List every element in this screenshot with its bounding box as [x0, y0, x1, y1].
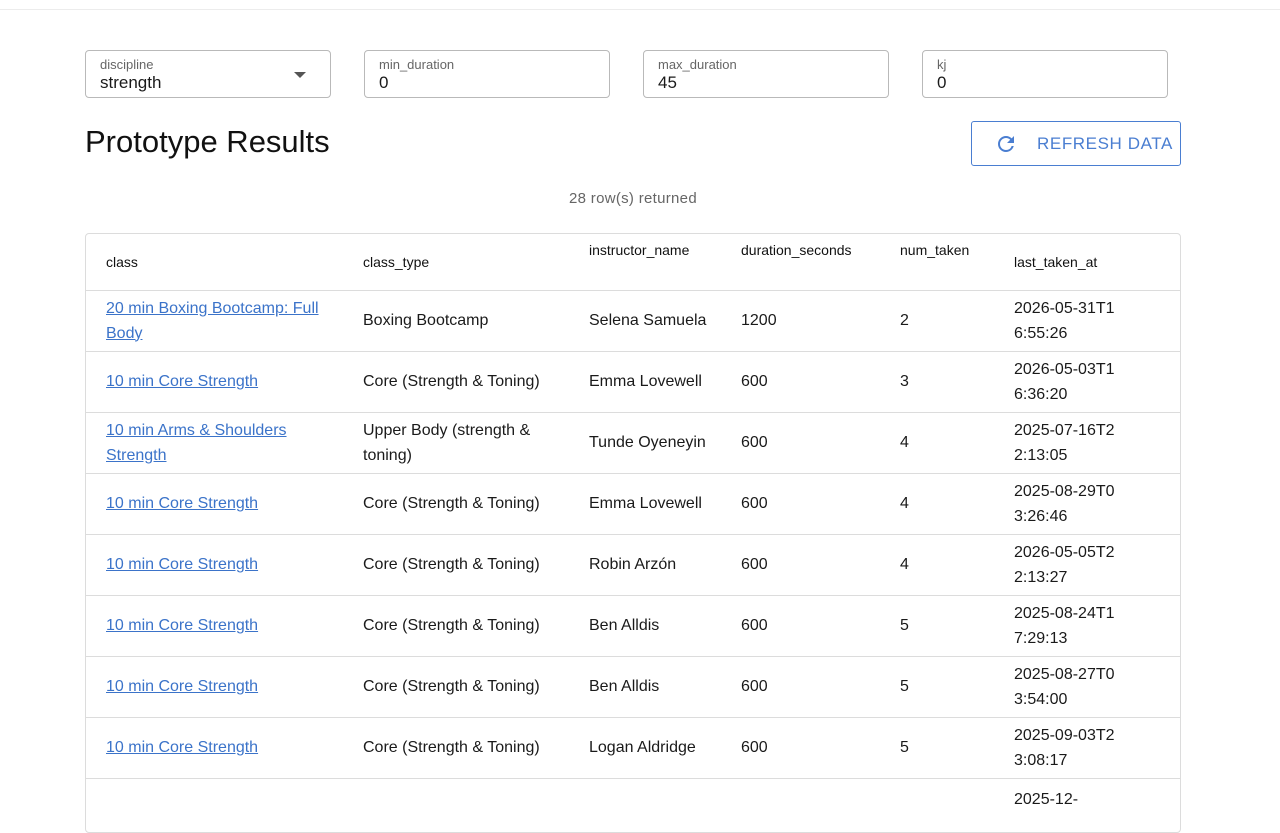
cell-class: 10 min Core Strength [86, 473, 343, 535]
cell-class: 20 min Boxing Bootcamp: Full Body [86, 290, 343, 352]
cell-class-type [343, 778, 569, 832]
discipline-label: discipline [100, 57, 154, 72]
table-header-row: class class_type instructor_name duratio… [86, 234, 1180, 291]
cell-last-taken-at: 2025-08-29T03:26:46 [994, 473, 1180, 535]
kj-input[interactable] [937, 73, 1137, 93]
cell-num-taken: 4 [880, 473, 994, 535]
cell-class-type: Core (Strength & Toning) [343, 534, 569, 596]
cell-num-taken: 2 [880, 290, 994, 352]
cell-duration-seconds [721, 778, 880, 832]
class-link[interactable]: 10 min Core Strength [106, 373, 258, 390]
cell-instructor-name: Ben Alldis [569, 656, 721, 718]
cell-duration-seconds: 1200 [721, 290, 880, 352]
cell-num-taken: 5 [880, 595, 994, 657]
cell-duration-seconds: 600 [721, 656, 880, 718]
max-duration-label: max_duration [658, 57, 737, 72]
cell-last-taken-at: 2025-09-03T23:08:17 [994, 717, 1180, 779]
column-header-duration-seconds[interactable]: duration_seconds [721, 234, 880, 291]
cell-last-taken-at: 2025-07-16T22:13:05 [994, 412, 1180, 474]
class-link[interactable]: 10 min Core Strength [106, 556, 258, 573]
column-header-class-type[interactable]: class_type [343, 234, 569, 291]
cell-num-taken: 3 [880, 351, 994, 413]
cell-duration-seconds: 600 [721, 595, 880, 657]
table-row: 2025-12- [86, 778, 1180, 832]
cell-last-taken-at: 2026-05-31T16:55:26 [994, 290, 1180, 352]
cell-instructor-name: Robin Arzón [569, 534, 721, 596]
cell-instructor-name [569, 778, 721, 832]
cell-instructor-name: Emma Lovewell [569, 473, 721, 535]
row-count-status: 28 row(s) returned [569, 190, 697, 207]
max-duration-field[interactable]: max_duration [643, 50, 889, 98]
class-link[interactable]: 10 min Arms & Shoulders Strength [106, 422, 287, 464]
min-duration-label: min_duration [379, 57, 455, 72]
page-title: Prototype Results [85, 124, 330, 159]
min-duration-field[interactable]: min_duration [364, 50, 610, 98]
cell-class [86, 778, 343, 832]
refresh-icon [998, 136, 1014, 152]
cell-class: 10 min Core Strength [86, 351, 343, 413]
table-row: 10 min Core Strength Core (Strength & To… [86, 351, 1180, 413]
table-row: 10 min Core Strength Core (Strength & To… [86, 717, 1180, 779]
table-row: 10 min Core Strength Core (Strength & To… [86, 534, 1180, 596]
cell-num-taken [880, 778, 994, 832]
table-row: 10 min Core Strength Core (Strength & To… [86, 473, 1180, 535]
cell-num-taken: 5 [880, 717, 994, 779]
cell-last-taken-at: 2025-12- [994, 778, 1180, 832]
cell-last-taken-at: 2026-05-03T16:36:20 [994, 351, 1180, 413]
cell-class: 10 min Arms & Shoulders Strength [86, 412, 343, 474]
cell-class-type: Core (Strength & Toning) [343, 656, 569, 718]
top-divider [0, 9, 1280, 10]
cell-num-taken: 4 [880, 534, 994, 596]
cell-instructor-name: Logan Aldridge [569, 717, 721, 779]
cell-class-type: Core (Strength & Toning) [343, 473, 569, 535]
cell-class-type: Boxing Bootcamp [343, 290, 569, 352]
discipline-select[interactable]: discipline strength [85, 50, 331, 98]
cell-class-type: Core (Strength & Toning) [343, 717, 569, 779]
cell-last-taken-at: 2025-08-24T17:29:13 [994, 595, 1180, 657]
table-row: 10 min Core Strength Core (Strength & To… [86, 656, 1180, 718]
cell-instructor-name: Emma Lovewell [569, 351, 721, 413]
cell-class: 10 min Core Strength [86, 595, 343, 657]
class-link[interactable]: 20 min Boxing Bootcamp: Full Body [106, 300, 319, 342]
table-row: 10 min Arms & Shoulders Strength Upper B… [86, 412, 1180, 474]
cell-class: 10 min Core Strength [86, 717, 343, 779]
results-table: class class_type instructor_name duratio… [85, 233, 1181, 833]
min-duration-input[interactable] [379, 73, 579, 93]
cell-duration-seconds: 600 [721, 412, 880, 474]
column-header-instructor-name[interactable]: instructor_name [569, 234, 721, 291]
class-link[interactable]: 10 min Core Strength [106, 678, 258, 695]
class-link[interactable]: 10 min Core Strength [106, 495, 258, 512]
max-duration-input[interactable] [658, 73, 858, 93]
cell-class-type: Core (Strength & Toning) [343, 595, 569, 657]
filter-bar: discipline strength min_duration max_dur… [85, 50, 1181, 100]
cell-duration-seconds: 600 [721, 717, 880, 779]
column-header-class[interactable]: class [86, 234, 343, 291]
cell-last-taken-at: 2026-05-05T22:13:27 [994, 534, 1180, 596]
cell-duration-seconds: 600 [721, 534, 880, 596]
discipline-value: strength [100, 73, 162, 92]
column-header-last-taken-at[interactable]: last_taken_at [994, 234, 1180, 291]
cell-class: 10 min Core Strength [86, 534, 343, 596]
refresh-data-label: REFRESH DATA [1037, 134, 1173, 153]
refresh-data-button[interactable]: REFRESH DATA [971, 121, 1181, 166]
cell-instructor-name: Tunde Oyeneyin [569, 412, 721, 474]
kj-field[interactable]: kj [922, 50, 1168, 98]
cell-num-taken: 5 [880, 656, 994, 718]
class-link[interactable]: 10 min Core Strength [106, 739, 258, 756]
cell-duration-seconds: 600 [721, 351, 880, 413]
cell-num-taken: 4 [880, 412, 994, 474]
cell-instructor-name: Selena Samuela [569, 290, 721, 352]
column-header-num-taken[interactable]: num_taken [880, 234, 994, 291]
cell-class-type: Upper Body (strength & toning) [343, 412, 569, 474]
cell-last-taken-at: 2025-08-27T03:54:00 [994, 656, 1180, 718]
cell-class-type: Core (Strength & Toning) [343, 351, 569, 413]
chevron-down-icon[interactable] [294, 72, 306, 78]
cell-duration-seconds: 600 [721, 473, 880, 535]
table-row: 20 min Boxing Bootcamp: Full Body Boxing… [86, 290, 1180, 352]
cell-instructor-name: Ben Alldis [569, 595, 721, 657]
table-row: 10 min Core Strength Core (Strength & To… [86, 595, 1180, 657]
kj-label: kj [937, 57, 947, 72]
cell-class: 10 min Core Strength [86, 656, 343, 718]
class-link[interactable]: 10 min Core Strength [106, 617, 258, 634]
